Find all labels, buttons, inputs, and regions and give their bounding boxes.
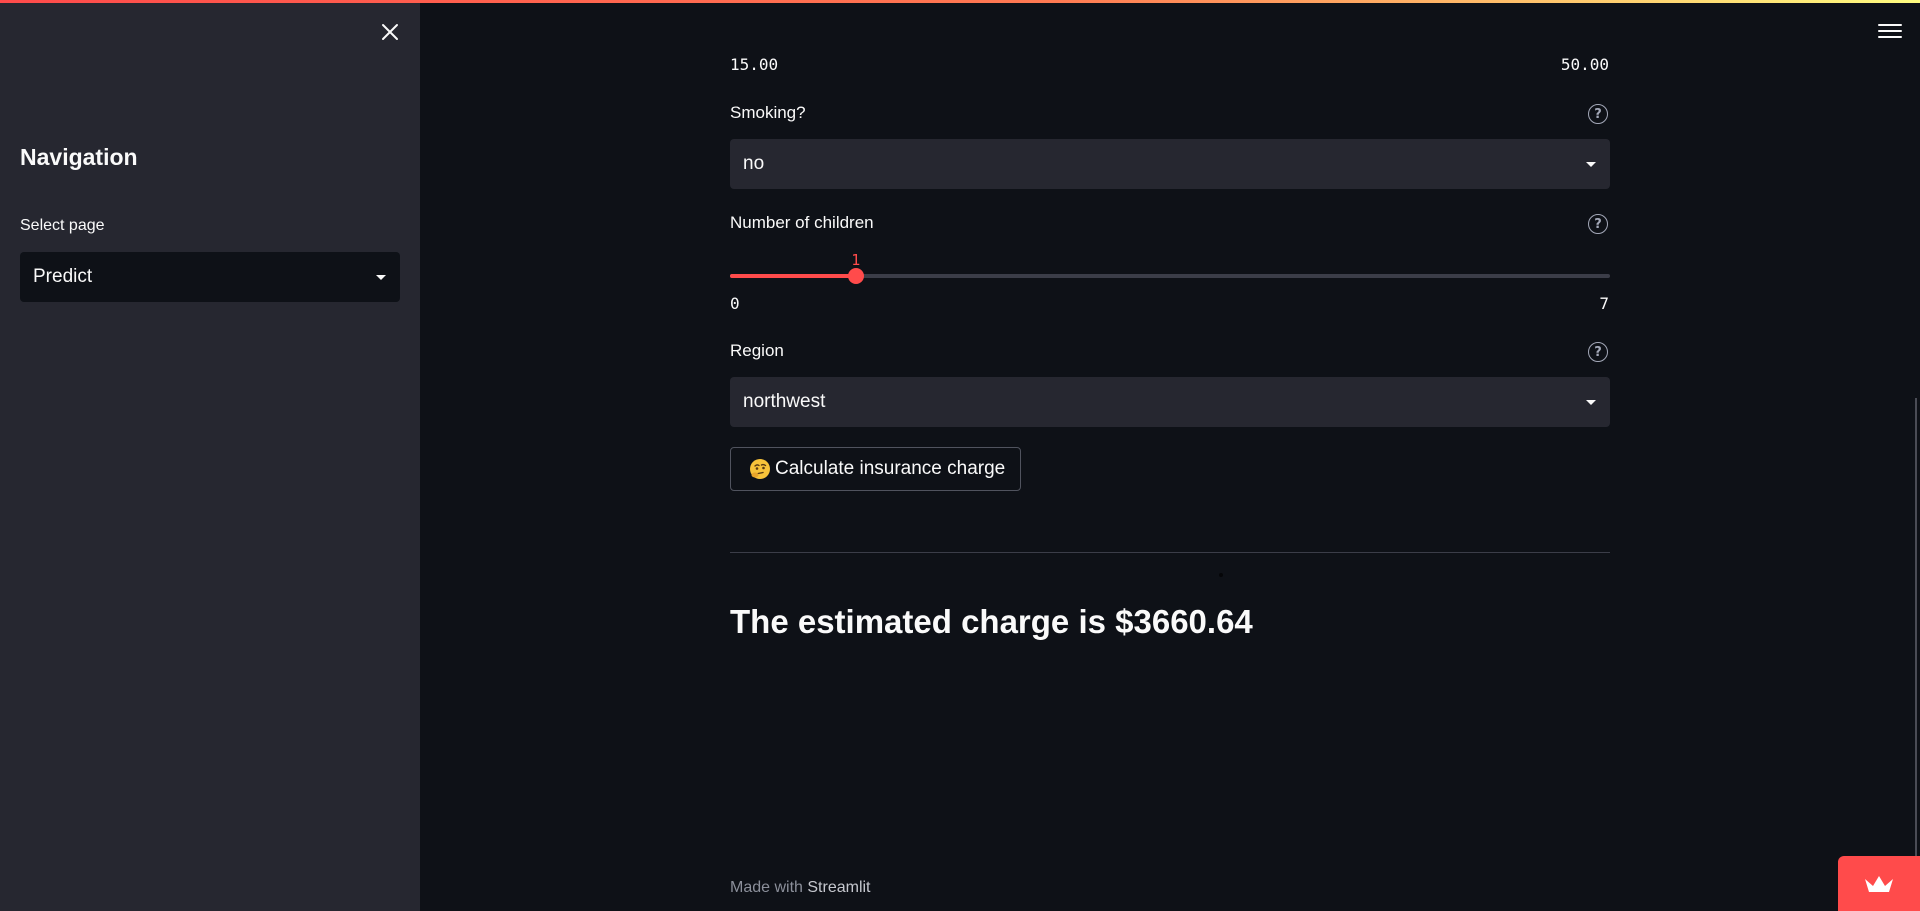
scrollbar[interactable]	[1915, 398, 1917, 858]
slider-current-value: 1	[851, 251, 861, 269]
top-decoration-bar	[0, 0, 1920, 3]
slider-max-label: 7	[1599, 294, 1609, 313]
caret-down-icon	[1586, 161, 1596, 167]
divider	[730, 552, 1610, 553]
bmi-range-min: 15.00	[730, 55, 779, 74]
region-select-value: northwest	[743, 391, 826, 412]
caret-down-icon	[1586, 399, 1596, 405]
main-content: 15.00 50.00 Smoking? ? no Number of chil…	[0, 0, 1920, 911]
region-label: Region	[730, 341, 784, 360]
calculate-button[interactable]: Calculate insurance charge	[730, 447, 1022, 491]
footer-prefix: Made with	[730, 879, 803, 896]
help-circle-icon[interactable]: ?	[1588, 104, 1608, 124]
slider-thumb[interactable]	[847, 268, 864, 284]
smoking-select[interactable]: no	[730, 139, 1610, 189]
decorative-dot	[1219, 573, 1223, 577]
smoking-label: Smoking?	[730, 103, 806, 122]
children-label: Number of children	[730, 213, 874, 232]
streamlit-crown-icon	[1865, 875, 1893, 892]
region-select[interactable]: northwest	[730, 377, 1610, 427]
help-circle-icon[interactable]: ?	[1588, 214, 1608, 234]
footer: Made with Streamlit	[730, 879, 871, 897]
bmi-range-max: 50.00	[1560, 55, 1609, 74]
thinking-face-icon	[750, 459, 770, 479]
children-slider[interactable]: 1	[730, 251, 1610, 284]
streamlit-link[interactable]: Streamlit	[807, 879, 870, 896]
streamlit-badge[interactable]	[1838, 856, 1920, 911]
result-heading: The estimated charge is $3660.64	[730, 603, 1253, 640]
help-circle-icon[interactable]: ?	[1588, 342, 1608, 362]
smoking-select-value: no	[743, 153, 765, 174]
slider-min-label: 0	[730, 294, 740, 313]
slider-fill	[730, 274, 856, 278]
calculate-button-label: Calculate insurance charge	[775, 458, 1006, 479]
